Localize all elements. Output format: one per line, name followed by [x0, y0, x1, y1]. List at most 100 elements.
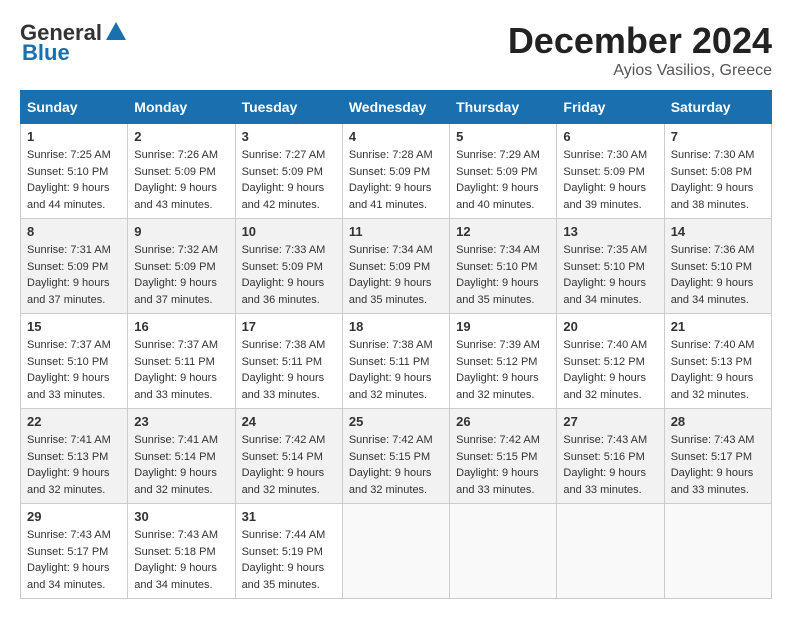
- title-section: December 2024 Ayios Vasilios, Greece: [508, 20, 772, 80]
- day-number: 30: [134, 509, 228, 524]
- calendar-cell: 6 Sunrise: 7:30 AMSunset: 5:09 PMDaylight…: [557, 124, 664, 219]
- day-number: 16: [134, 319, 228, 334]
- calendar-cell: 8 Sunrise: 7:31 AMSunset: 5:09 PMDaylight…: [21, 219, 128, 314]
- calendar-header-thursday: Thursday: [450, 91, 557, 124]
- page-header: General Blue December 2024 Ayios Vasilio…: [20, 20, 772, 80]
- calendar-cell: 1Sunrise: 7:25 AMSunset: 5:10 PMDaylight…: [21, 124, 128, 219]
- calendar-header-row: SundayMondayTuesdayWednesdayThursdayFrid…: [21, 91, 772, 124]
- calendar-cell: 12 Sunrise: 7:34 AMSunset: 5:10 PMDayligh…: [450, 219, 557, 314]
- day-info: Sunrise: 7:32 AMSunset: 5:09 PMDaylight:…: [134, 242, 228, 308]
- day-number: 26: [456, 414, 550, 429]
- day-number: 21: [671, 319, 765, 334]
- month-title: December 2024: [508, 20, 772, 62]
- day-number: 13: [563, 224, 657, 239]
- day-info: Sunrise: 7:26 AMSunset: 5:09 PMDaylight:…: [134, 147, 228, 213]
- calendar-cell: 3Sunrise: 7:27 AMSunset: 5:09 PMDaylight…: [235, 124, 342, 219]
- day-number: 24: [242, 414, 336, 429]
- logo: General Blue: [20, 20, 128, 66]
- calendar-cell: 25 Sunrise: 7:42 AMSunset: 5:15 PMDayligh…: [342, 409, 449, 504]
- calendar-cell: 21Sunrise: 7:40 AMSunset: 5:13 PMDayligh…: [664, 314, 771, 409]
- day-number: 25: [349, 414, 443, 429]
- calendar-week-row: 29Sunrise: 7:43 AMSunset: 5:17 PMDayligh…: [21, 504, 772, 599]
- day-info: Sunrise: 7:36 AMSunset: 5:10 PMDaylight:…: [671, 242, 765, 308]
- day-info: Sunrise: 7:31 AMSunset: 5:09 PMDaylight:…: [27, 242, 121, 308]
- day-info: Sunrise: 7:42 AMSunset: 5:15 PMDaylight:…: [349, 432, 443, 498]
- logo-icon: [104, 20, 128, 44]
- day-number: 22: [27, 414, 121, 429]
- day-number: 31: [242, 509, 336, 524]
- day-info: Sunrise: 7:37 AMSunset: 5:10 PMDaylight:…: [27, 337, 121, 403]
- day-info: Sunrise: 7:43 AMSunset: 5:17 PMDaylight:…: [671, 432, 765, 498]
- calendar-cell: 28 Sunrise: 7:43 AMSunset: 5:17 PMDayligh…: [664, 409, 771, 504]
- calendar-cell: 24 Sunrise: 7:42 AMSunset: 5:14 PMDayligh…: [235, 409, 342, 504]
- day-info: Sunrise: 7:37 AMSunset: 5:11 PMDaylight:…: [134, 337, 228, 403]
- day-info: Sunrise: 7:38 AMSunset: 5:11 PMDaylight:…: [349, 337, 443, 403]
- calendar-cell: 15 Sunrise: 7:37 AMSunset: 5:10 PMDayligh…: [21, 314, 128, 409]
- day-number: 12: [456, 224, 550, 239]
- day-info: Sunrise: 7:42 AMSunset: 5:15 PMDaylight:…: [456, 432, 550, 498]
- day-number: 18: [349, 319, 443, 334]
- day-number: 10: [242, 224, 336, 239]
- calendar-cell: 16 Sunrise: 7:37 AMSunset: 5:11 PMDayligh…: [128, 314, 235, 409]
- calendar-table: SundayMondayTuesdayWednesdayThursdayFrid…: [20, 90, 772, 599]
- day-info: Sunrise: 7:34 AMSunset: 5:09 PMDaylight:…: [349, 242, 443, 308]
- calendar-cell: [450, 504, 557, 599]
- day-number: 15: [27, 319, 121, 334]
- calendar-cell: 14Sunrise: 7:36 AMSunset: 5:10 PMDayligh…: [664, 219, 771, 314]
- day-info: Sunrise: 7:30 AMSunset: 5:09 PMDaylight:…: [563, 147, 657, 213]
- calendar-cell: 26 Sunrise: 7:42 AMSunset: 5:15 PMDayligh…: [450, 409, 557, 504]
- calendar-cell: 2 Sunrise: 7:26 AMSunset: 5:09 PMDaylight…: [128, 124, 235, 219]
- day-info: Sunrise: 7:38 AMSunset: 5:11 PMDaylight:…: [242, 337, 336, 403]
- calendar-cell: 9 Sunrise: 7:32 AMSunset: 5:09 PMDaylight…: [128, 219, 235, 314]
- day-number: 9: [134, 224, 228, 239]
- calendar-week-row: 8 Sunrise: 7:31 AMSunset: 5:09 PMDaylight…: [21, 219, 772, 314]
- day-number: 2: [134, 129, 228, 144]
- day-info: Sunrise: 7:33 AMSunset: 5:09 PMDaylight:…: [242, 242, 336, 308]
- day-info: Sunrise: 7:42 AMSunset: 5:14 PMDaylight:…: [242, 432, 336, 498]
- calendar-header-monday: Monday: [128, 91, 235, 124]
- calendar-header-wednesday: Wednesday: [342, 91, 449, 124]
- calendar-cell: 22Sunrise: 7:41 AMSunset: 5:13 PMDayligh…: [21, 409, 128, 504]
- day-info: Sunrise: 7:25 AMSunset: 5:10 PMDaylight:…: [27, 147, 121, 213]
- day-number: 11: [349, 224, 443, 239]
- calendar-cell: 10 Sunrise: 7:33 AMSunset: 5:09 PMDayligh…: [235, 219, 342, 314]
- calendar-week-row: 1Sunrise: 7:25 AMSunset: 5:10 PMDaylight…: [21, 124, 772, 219]
- calendar-cell: 17Sunrise: 7:38 AMSunset: 5:11 PMDayligh…: [235, 314, 342, 409]
- calendar-cell: 29Sunrise: 7:43 AMSunset: 5:17 PMDayligh…: [21, 504, 128, 599]
- calendar-cell: 19 Sunrise: 7:39 AMSunset: 5:12 PMDayligh…: [450, 314, 557, 409]
- day-number: 23: [134, 414, 228, 429]
- day-info: Sunrise: 7:27 AMSunset: 5:09 PMDaylight:…: [242, 147, 336, 213]
- calendar-week-row: 15 Sunrise: 7:37 AMSunset: 5:10 PMDayligh…: [21, 314, 772, 409]
- calendar-cell: 27Sunrise: 7:43 AMSunset: 5:16 PMDayligh…: [557, 409, 664, 504]
- calendar-week-row: 22Sunrise: 7:41 AMSunset: 5:13 PMDayligh…: [21, 409, 772, 504]
- day-number: 7: [671, 129, 765, 144]
- calendar-cell: 5 Sunrise: 7:29 AMSunset: 5:09 PMDaylight…: [450, 124, 557, 219]
- calendar-cell: 23Sunrise: 7:41 AMSunset: 5:14 PMDayligh…: [128, 409, 235, 504]
- calendar-header-friday: Friday: [557, 91, 664, 124]
- calendar-cell: 30 Sunrise: 7:43 AMSunset: 5:18 PMDayligh…: [128, 504, 235, 599]
- day-info: Sunrise: 7:39 AMSunset: 5:12 PMDaylight:…: [456, 337, 550, 403]
- day-info: Sunrise: 7:35 AMSunset: 5:10 PMDaylight:…: [563, 242, 657, 308]
- day-number: 5: [456, 129, 550, 144]
- day-number: 8: [27, 224, 121, 239]
- day-info: Sunrise: 7:28 AMSunset: 5:09 PMDaylight:…: [349, 147, 443, 213]
- calendar-cell: 11 Sunrise: 7:34 AMSunset: 5:09 PMDayligh…: [342, 219, 449, 314]
- day-info: Sunrise: 7:29 AMSunset: 5:09 PMDaylight:…: [456, 147, 550, 213]
- calendar-cell: 4Sunrise: 7:28 AMSunset: 5:09 PMDaylight…: [342, 124, 449, 219]
- day-number: 28: [671, 414, 765, 429]
- day-number: 19: [456, 319, 550, 334]
- location-subtitle: Ayios Vasilios, Greece: [508, 62, 772, 80]
- day-info: Sunrise: 7:30 AMSunset: 5:08 PMDaylight:…: [671, 147, 765, 213]
- calendar-cell: 20 Sunrise: 7:40 AMSunset: 5:12 PMDayligh…: [557, 314, 664, 409]
- day-info: Sunrise: 7:34 AMSunset: 5:10 PMDaylight:…: [456, 242, 550, 308]
- calendar-cell: 18 Sunrise: 7:38 AMSunset: 5:11 PMDayligh…: [342, 314, 449, 409]
- day-info: Sunrise: 7:43 AMSunset: 5:16 PMDaylight:…: [563, 432, 657, 498]
- day-number: 6: [563, 129, 657, 144]
- calendar-header-tuesday: Tuesday: [235, 91, 342, 124]
- calendar-cell: 13 Sunrise: 7:35 AMSunset: 5:10 PMDayligh…: [557, 219, 664, 314]
- day-info: Sunrise: 7:43 AMSunset: 5:18 PMDaylight:…: [134, 527, 228, 593]
- day-number: 20: [563, 319, 657, 334]
- day-info: Sunrise: 7:43 AMSunset: 5:17 PMDaylight:…: [27, 527, 121, 593]
- day-info: Sunrise: 7:40 AMSunset: 5:12 PMDaylight:…: [563, 337, 657, 403]
- calendar-cell: 31Sunrise: 7:44 AMSunset: 5:19 PMDayligh…: [235, 504, 342, 599]
